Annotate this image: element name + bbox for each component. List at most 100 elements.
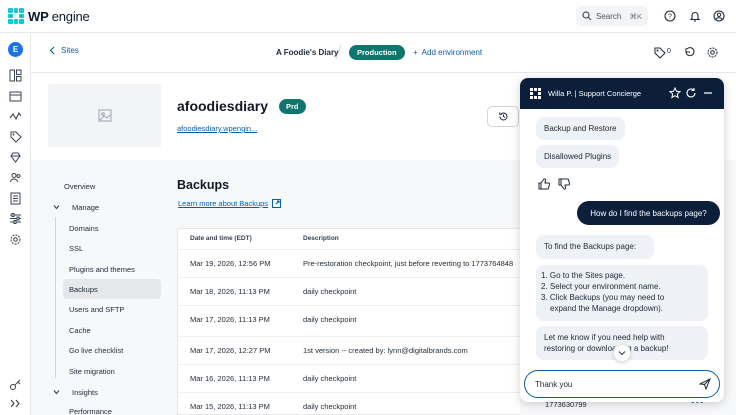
thumbs-up-icon[interactable]	[538, 178, 550, 190]
nav-go-live-checklist[interactable]: Go live checklist	[69, 346, 123, 355]
backup-description: 1st version -- created by: lynn@digitalb…	[303, 346, 468, 355]
backup-description: Pre-restoration checkpoint, just before …	[303, 259, 514, 268]
nav-backups[interactable]: Backups	[63, 279, 161, 299]
add-environment-button[interactable]: + Add environment	[413, 48, 482, 57]
tag-count: 0	[667, 48, 671, 55]
nav-ssl[interactable]: SSL	[69, 244, 83, 253]
learn-more-label: Learn more about Backups	[178, 199, 269, 208]
chevron-down-icon	[618, 351, 626, 356]
activity-icon[interactable]	[9, 110, 22, 123]
nav-cache[interactable]: Cache	[69, 326, 91, 335]
back-label: Sites	[61, 46, 79, 55]
image-placeholder-icon	[98, 109, 111, 122]
gear-icon[interactable]	[706, 46, 719, 59]
backup-description: daily checkpoint	[303, 402, 357, 411]
bot-message-steps: 1. Go to the Sites page. 2. Select your …	[536, 265, 708, 321]
nav-plugins-themes[interactable]: Plugins and themes	[69, 265, 135, 274]
table-row[interactable]: Mar 15, 2026, 11:13 PM daily checkpoint	[178, 392, 520, 414]
help-icon[interactable]: ?	[664, 10, 676, 22]
breadcrumb-site-name[interactable]: A Foodie's Diary	[276, 48, 339, 57]
table-row[interactable]: Mar 19, 2026, 12:56 PM Pre-restoration ch…	[178, 249, 520, 277]
expand-icon[interactable]	[9, 397, 22, 410]
back-to-sites-link[interactable]: Sites	[49, 46, 79, 55]
send-icon[interactable]	[699, 378, 711, 390]
search-icon	[582, 11, 592, 21]
external-link-icon	[272, 199, 282, 208]
page-title: Backups	[177, 178, 230, 192]
followup-line-1: Let me know if you need help with	[544, 333, 665, 342]
backup-date: Mar 17, 2026, 11:13 PM	[190, 315, 270, 324]
nav-users-sftp[interactable]: Users and SFTP	[69, 305, 124, 314]
table-row[interactable]: Mar 16, 2026, 11:13 PM daily checkpoint	[178, 364, 520, 392]
suggestion-chip-backup-restore[interactable]: Backup and Restore	[536, 117, 625, 140]
chevron-down-icon[interactable]	[53, 204, 60, 210]
backup-date: Mar 15, 2026, 11:13 PM	[190, 402, 270, 411]
minimize-icon[interactable]	[702, 87, 714, 99]
bot-message-intro: To find the Backups page:	[536, 235, 654, 259]
table-row[interactable]: Mar 17, 2026, 12:27 PM 1st version -- cre…	[178, 336, 520, 364]
scroll-down-button[interactable]	[613, 344, 631, 362]
refresh-icon[interactable]	[685, 87, 697, 99]
step-1: 1. Go to the Sites page.	[541, 271, 626, 280]
nav-performance[interactable]: Performance	[69, 407, 112, 415]
star-icon[interactable]	[669, 87, 681, 99]
key-icon[interactable]	[9, 378, 22, 391]
tag-icon[interactable]	[9, 130, 22, 143]
account-avatar[interactable]: E	[8, 42, 23, 57]
site-title: afoodiesdiary	[177, 98, 269, 114]
environment-badge: Prd	[279, 99, 306, 114]
top-bar: WP engine Search ⌘K ?	[0, 0, 736, 33]
document-icon[interactable]	[9, 192, 22, 205]
nav-manage[interactable]: Manage	[72, 203, 99, 212]
logo-text: WP engine	[28, 8, 90, 24]
history-button[interactable]	[487, 106, 519, 127]
wp-engine-logo[interactable]: WP engine	[8, 8, 90, 24]
step-3-continued: expand the Manage dropdown).	[550, 304, 663, 313]
chevron-left-icon	[49, 46, 55, 55]
nav-insights[interactable]: Insights	[72, 388, 98, 397]
account-icon[interactable]	[713, 10, 725, 22]
table-row[interactable]: Mar 17, 2026, 11:13 PM daily checkpoint	[178, 305, 520, 333]
backup-date: Mar 18, 2026, 11:13 PM	[190, 287, 270, 296]
search-button[interactable]: Search ⌘K	[576, 6, 648, 26]
nav-overview[interactable]: Overview	[64, 182, 95, 191]
chat-header: Willa P. | Support Concierge	[520, 78, 724, 109]
table-row[interactable]: Mar 18, 2026, 11:13 PM daily checkpoint	[178, 277, 520, 305]
chat-input-box	[524, 370, 720, 398]
backup-description: daily checkpoint	[303, 315, 357, 324]
backup-description: daily checkpoint	[303, 374, 357, 383]
chat-logo-icon	[530, 88, 541, 99]
column-header-description: Description	[303, 235, 339, 242]
sync-icon[interactable]	[683, 46, 696, 59]
learn-more-link[interactable]: Learn more about Backups	[178, 199, 282, 208]
site-url-link[interactable]: afoodiesdiary.wpengin...	[177, 124, 257, 133]
chat-input[interactable]	[535, 377, 685, 391]
window-icon[interactable]	[9, 90, 22, 103]
sliders-icon[interactable]	[9, 212, 22, 225]
site-thumbnail	[48, 84, 161, 147]
svg-text:?: ?	[668, 14, 672, 21]
backups-table: Date and time (EDT) Description Mar 19, …	[177, 228, 520, 415]
step-3: 3. Click Backups (you may need to	[541, 293, 665, 302]
left-rail: E	[0, 33, 31, 415]
backup-date: Mar 16, 2026, 11:13 PM	[190, 374, 270, 383]
nav-tree-line	[55, 217, 56, 378]
tag-icon[interactable]	[653, 46, 666, 59]
search-label: Search	[596, 11, 622, 21]
nav-domains[interactable]: Domains	[69, 224, 99, 233]
thumbs-down-icon[interactable]	[558, 178, 570, 190]
gem-icon[interactable]	[9, 151, 22, 164]
environment-pill[interactable]: Production	[349, 45, 405, 60]
nav-site-migration[interactable]: Site migration	[69, 367, 115, 376]
site-header-bar: Sites A Foodie's Diary Production + Add …	[31, 33, 736, 73]
backup-date: Mar 17, 2026, 12:27 PM	[190, 346, 271, 355]
user-message: How do I find the backups page?	[577, 201, 720, 225]
column-header-date: Date and time (EDT)	[190, 235, 252, 242]
grid-icon[interactable]	[9, 69, 22, 82]
chevron-down-icon[interactable]	[53, 389, 60, 395]
settings-icon[interactable]	[9, 233, 22, 246]
suggestion-chip-disallowed-plugins[interactable]: Disallowed Plugins	[536, 145, 620, 168]
bell-icon[interactable]	[689, 10, 701, 22]
users-icon[interactable]	[9, 171, 22, 184]
support-chat-panel: Willa P. | Support Concierge Backup and …	[520, 78, 724, 402]
